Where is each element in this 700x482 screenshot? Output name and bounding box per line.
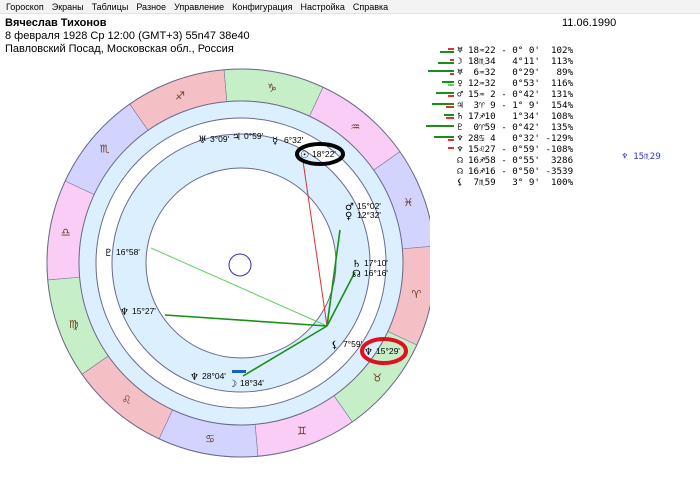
- planet-position-text: 17♐10 1°34' 108%: [468, 111, 574, 122]
- jupiter-label: 0°59': [244, 131, 264, 141]
- planet-glyph-icon: ☊: [457, 166, 463, 177]
- planet-position-text: 6♒32 0°29' 89%: [468, 67, 574, 78]
- strength-bars: [424, 68, 454, 78]
- planet-glyph-icon: ♇: [457, 122, 463, 133]
- libra-icon: ♎: [61, 226, 71, 239]
- neptune-2-label: 28°04': [202, 371, 226, 381]
- planet-glyph-icon: ♅: [457, 67, 463, 78]
- uranus-label: 3°09': [210, 134, 230, 144]
- strength-bar: [450, 59, 454, 61]
- strength-bar: [446, 106, 454, 108]
- planet-position-text: 18♏34 4°11' 113%: [468, 56, 574, 67]
- lilith-icon: ⚸: [331, 340, 338, 351]
- virgo-icon: ♍: [69, 318, 79, 331]
- node-icon: ☊: [352, 269, 361, 280]
- planet-position-text: 0♈59 - 0°42' 135%: [468, 122, 574, 133]
- planet-position-text: 12♒32 0°53' 116%: [468, 78, 574, 89]
- planet-position-text: 18♒22 - 0° 0' 102%: [468, 45, 574, 56]
- aquarius-icon: ♒: [350, 121, 360, 134]
- strength-bars: [424, 101, 454, 111]
- strength-bar: [444, 114, 454, 116]
- moon-label: 18°34': [240, 378, 264, 388]
- sun-label: 18°22': [312, 149, 336, 159]
- strength-bar: [448, 139, 454, 141]
- strength-bar: [428, 70, 454, 72]
- moon-marker-bar: [232, 370, 246, 373]
- pisces-icon: ♓: [403, 196, 413, 209]
- mercury-icon: ☿: [272, 136, 278, 147]
- planet-glyph-icon: ♆: [457, 133, 463, 144]
- strength-bars: [424, 112, 454, 122]
- neptune-icon: ♆: [120, 307, 129, 318]
- planet-position-text: 16♐58 - 0°55' 3286: [468, 155, 574, 166]
- planet-position-text: 15♌27 - 0°59' -108%: [468, 144, 574, 155]
- strength-bar: [434, 136, 454, 138]
- strength-bar: [448, 84, 454, 86]
- planet-position-text: 15♒ 2 - 0°42' 131%: [468, 89, 574, 100]
- natal-chart-wheel[interactable]: ♒♓♈♉♊♋♌♍♎♏♐♑♅ 3°09' ♃ 0°59' ☿ 6°32'☉ 18°22'♂ 15…: [0, 0, 430, 482]
- strength-bars: [424, 57, 454, 67]
- strength-bar: [448, 48, 454, 50]
- planet-glyph-icon: ♀: [457, 78, 463, 89]
- planet-glyph-icon: ♄: [457, 111, 463, 122]
- planet-glyph-icon: ♅: [457, 45, 463, 56]
- mercury-label: 6°32': [284, 135, 304, 145]
- planet-glyph-icon: ☽: [457, 56, 463, 67]
- planet-position-text: 7♏59 3° 9' 100%: [468, 177, 574, 188]
- strength-bar: [446, 117, 454, 119]
- jupiter-icon: ♃: [232, 132, 241, 143]
- scorpio-icon: ♏: [100, 143, 110, 156]
- table-extra-neptune: ♆ 15♏29: [622, 151, 661, 162]
- planet-glyph-icon: ♃: [457, 100, 463, 111]
- leo-icon: ♌: [122, 393, 132, 406]
- strength-bars: [424, 90, 454, 100]
- planet-glyph-icon: ☊: [457, 155, 463, 166]
- neptune-2-icon: ♆: [190, 372, 199, 383]
- strength-bars: [424, 134, 454, 144]
- planet-glyph-icon: ⚸: [456, 177, 464, 188]
- strength-bar: [438, 62, 454, 64]
- uranus-icon: ♅: [198, 135, 207, 146]
- planet-glyph-icon: ♆: [457, 144, 463, 155]
- strength-bar: [432, 103, 454, 105]
- lilith-label: 7°59': [343, 339, 363, 349]
- cancer-icon: ♋: [205, 432, 215, 445]
- strength-bar: [448, 95, 454, 97]
- venus-label: 12°32': [357, 210, 381, 220]
- strength-bar: [436, 92, 454, 94]
- strength-bar: [440, 51, 454, 53]
- pluto-label: 16°58': [116, 247, 140, 257]
- strength-bar: [450, 73, 454, 75]
- strength-bars: [424, 123, 454, 133]
- capricorn-icon: ♑: [267, 82, 277, 95]
- node-label: 16°16': [364, 268, 388, 278]
- gemini-icon: ♊: [297, 424, 307, 437]
- transit-neptune-label: 15°29': [376, 346, 400, 356]
- planet-glyph-icon: ♂: [457, 89, 463, 100]
- transit-date: 11.06.1990: [562, 17, 617, 29]
- strength-bars: [424, 145, 454, 155]
- strength-bars: [424, 46, 454, 56]
- saturn-label: 17°10': [364, 258, 388, 268]
- strength-bars: [424, 167, 454, 177]
- pluto-icon: ♇: [104, 248, 113, 259]
- neptune-label: 15°27': [132, 306, 156, 316]
- sagittarius-icon: ♐: [175, 90, 185, 103]
- strength-bars: [424, 178, 454, 188]
- taurus-icon: ♉: [372, 371, 382, 384]
- strength-bar: [448, 147, 454, 149]
- aries-icon: ♈: [411, 288, 421, 301]
- aspect-circle: [145, 167, 337, 359]
- planet-position-text: 3♈ 9 - 1° 9' 154%: [468, 100, 574, 111]
- planet-position-text: 16♐16 - 0°50' -3539: [468, 166, 574, 177]
- planet-position-text: 28♋ 4 0°32' -129%: [468, 133, 574, 144]
- strength-bar: [426, 125, 454, 127]
- moon-icon: ☽: [228, 379, 237, 390]
- strength-bar: [442, 81, 454, 83]
- venus-icon: ♀: [345, 211, 352, 222]
- strength-bars: [424, 79, 454, 89]
- strength-bars: [424, 156, 454, 166]
